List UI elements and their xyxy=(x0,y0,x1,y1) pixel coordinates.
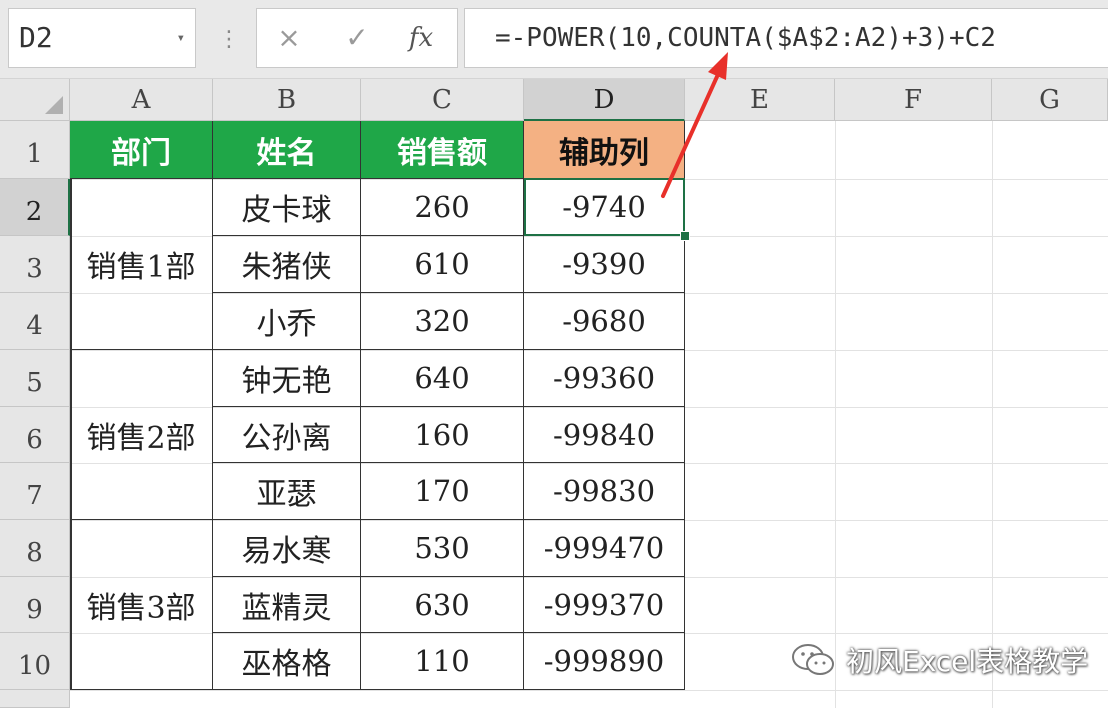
name-cell[interactable]: 巫格格 xyxy=(213,633,361,690)
row-header-1[interactable]: 1 xyxy=(0,121,70,179)
formula-buttons: × ✓ fx xyxy=(256,8,458,68)
name-cell[interactable]: 皮卡球 xyxy=(213,179,361,236)
column-header-f[interactable]: F xyxy=(835,79,992,121)
name-cell[interactable]: 蓝精灵 xyxy=(213,577,361,633)
department-cell[interactable]: 销售1部 xyxy=(70,179,213,350)
column-header-b[interactable]: B xyxy=(213,79,361,121)
sales-cell[interactable]: 530 xyxy=(361,520,524,577)
helper-cell[interactable]: -999370 xyxy=(524,577,685,633)
watermark-text: 初风Excel表格教学 xyxy=(846,645,1089,678)
row-header-8[interactable]: 8 xyxy=(0,520,70,577)
formula-input[interactable]: =-POWER(10,COUNTA($A$2:A2)+3)+C2 xyxy=(464,8,1108,68)
sales-cell[interactable]: 110 xyxy=(361,633,524,690)
helper-cell[interactable]: -9680 xyxy=(524,293,685,350)
department-cell[interactable]: 销售3部 xyxy=(70,520,213,690)
row-header-7[interactable]: 7 xyxy=(0,463,70,520)
header-cell-name[interactable]: 姓名 xyxy=(213,121,361,179)
name-cell[interactable]: 钟无艳 xyxy=(213,350,361,407)
name-cell[interactable]: 小乔 xyxy=(213,293,361,350)
name-cell[interactable]: 亚瑟 xyxy=(213,463,361,520)
column-header-d[interactable]: D xyxy=(524,79,685,121)
helper-cell[interactable]: -99360 xyxy=(524,350,685,407)
name-box-value: D2 xyxy=(19,21,53,54)
wechat-icon xyxy=(792,644,834,675)
row-header-9[interactable]: 9 xyxy=(0,577,70,633)
name-cell[interactable]: 公孙离 xyxy=(213,407,361,463)
helper-cell[interactable]: -99830 xyxy=(524,463,685,520)
row-header-5[interactable]: 5 xyxy=(0,350,70,407)
fill-handle[interactable] xyxy=(680,231,690,241)
select-all-button[interactable] xyxy=(0,79,70,121)
formula-bar: D2 ▾ ⋮ × ✓ fx =-POWER(10,COUNTA($A$2:A2)… xyxy=(0,0,1108,79)
sales-cell[interactable]: 630 xyxy=(361,577,524,633)
header-cell-department[interactable]: 部门 xyxy=(70,121,213,179)
name-cell[interactable]: 易水寒 xyxy=(213,520,361,577)
row-header-4[interactable]: 4 xyxy=(0,293,70,350)
column-header-a[interactable]: A xyxy=(70,79,213,121)
select-all-triangle-icon xyxy=(45,96,63,114)
watermark: 初风Excel表格教学 xyxy=(790,638,1088,682)
row-header-10[interactable]: 10 xyxy=(0,633,70,690)
more-options-icon[interactable]: ⋮ xyxy=(218,22,240,58)
enter-check-icon[interactable]: ✓ xyxy=(327,9,387,67)
helper-cell[interactable]: -999470 xyxy=(524,520,685,577)
name-box[interactable]: D2 ▾ xyxy=(8,8,196,68)
name-cell[interactable]: 朱猪侠 xyxy=(213,236,361,293)
gridline xyxy=(70,690,1108,691)
gridline xyxy=(835,121,836,708)
helper-cell[interactable]: -99840 xyxy=(524,407,685,463)
sales-cell[interactable]: 170 xyxy=(361,463,524,520)
column-header-e[interactable]: E xyxy=(685,79,835,121)
gridline xyxy=(992,121,993,708)
helper-cell[interactable]: -9740 xyxy=(524,179,685,236)
sales-cell[interactable]: 640 xyxy=(361,350,524,407)
sales-cell[interactable]: 160 xyxy=(361,407,524,463)
department-cell[interactable]: 销售2部 xyxy=(70,350,213,520)
helper-cell[interactable]: -999890 xyxy=(524,633,685,690)
cancel-icon[interactable]: × xyxy=(259,9,319,67)
chevron-down-icon[interactable]: ▾ xyxy=(177,9,185,67)
row-header-3[interactable]: 3 xyxy=(0,236,70,293)
row-header-2[interactable]: 2 xyxy=(0,179,70,236)
row-header-6[interactable]: 6 xyxy=(0,407,70,463)
insert-function-icon[interactable]: fx xyxy=(391,9,451,67)
header-cell-helper[interactable]: 辅助列 xyxy=(524,121,685,179)
row-header-11[interactable] xyxy=(0,690,70,708)
sales-cell[interactable]: 610 xyxy=(361,236,524,293)
column-header-g[interactable]: G xyxy=(992,79,1108,121)
sales-cell[interactable]: 260 xyxy=(361,179,524,236)
header-cell-sales[interactable]: 销售额 xyxy=(361,121,524,179)
helper-cell[interactable]: -9390 xyxy=(524,236,685,293)
column-header-c[interactable]: C xyxy=(361,79,524,121)
sales-cell[interactable]: 320 xyxy=(361,293,524,350)
